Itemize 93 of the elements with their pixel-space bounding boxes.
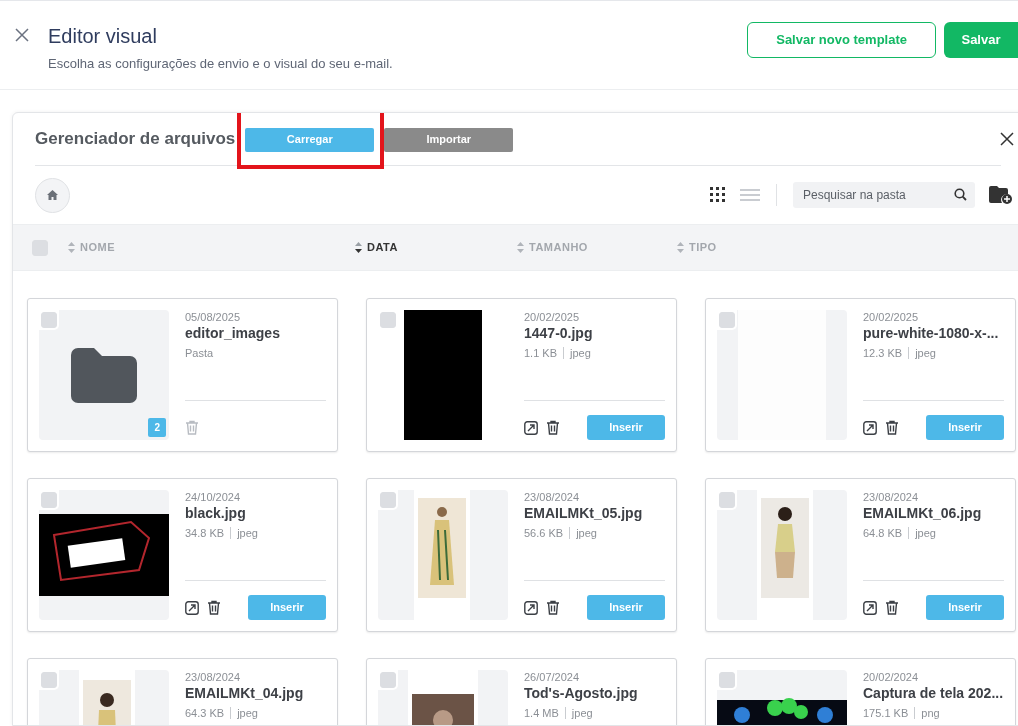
file-type: jpeg [237,526,258,541]
file-size: 34.8 KB [185,526,225,541]
file-date: 23/08/2024 [863,490,920,504]
import-button[interactable]: Importar [384,127,514,152]
open-external-icon[interactable] [863,420,877,435]
file-date: 20/02/2024 [863,670,920,684]
file-card[interactable]: 23/08/2024 EMAILMKt_05.jpg 56.6 KB jpeg Inserir [366,478,677,632]
file-size: 56.6 KB [524,526,564,541]
file-date: 24/10/2024 [185,490,242,504]
search-icon[interactable] [954,188,967,201]
checkbox[interactable] [719,312,735,328]
file-card[interactable]: 2 05/08/2025 editor_images Pasta [27,298,338,452]
home-button[interactable] [35,177,70,213]
file-date: 05/08/2025 [185,310,242,324]
file-type: jpeg [571,706,593,721]
grid-view-icon[interactable] [710,187,726,203]
file-size: 175.1 KB [863,706,909,721]
file-name: black.jpg [185,504,247,522]
count-badge: 2 [148,418,166,437]
upload-button[interactable]: Carregar [245,127,375,152]
panel-title: Gerenciador de arquivos [35,128,236,151]
checkbox[interactable] [41,492,57,508]
sort-icon [517,242,524,253]
insert-button[interactable]: Inserir [587,415,665,440]
open-external-icon[interactable] [863,600,877,615]
file-type: jpeg [915,346,936,361]
column-header[interactable]: TIPO [677,239,717,256]
new-folder-icon[interactable] [989,185,1013,205]
file-type: jpeg [570,346,591,361]
file-card[interactable]: 23/08/2024 EMAILMKt_04.jpg 64.3 KB jpeg [27,658,338,725]
file-card[interactable]: 20/02/2025 1447-0.jpg 1.1 KB jpeg Inserir [366,298,677,452]
insert-button[interactable]: Inserir [926,415,1004,440]
open-external-icon[interactable] [524,600,538,615]
insert-button[interactable]: Inserir [926,595,1004,620]
file-name: Tod's-Agosto.jpg [524,684,639,702]
file-type: jpeg [237,706,258,721]
sort-icon [355,242,362,253]
file-size: 12.3 KB [863,346,903,361]
file-subtitle: Pasta [185,346,215,361]
file-date: 26/07/2024 [524,670,581,684]
sort-icon [677,242,684,253]
trash-icon[interactable] [885,420,899,435]
trash-icon[interactable] [546,600,560,615]
file-name: editor_images [185,324,281,342]
insert-button[interactable]: Inserir [587,595,665,620]
folder-icon [71,347,137,403]
file-date: 23/08/2024 [524,490,581,504]
checkbox[interactable] [380,312,396,328]
search-field[interactable]: Pesquisar na pasta [793,182,975,208]
file-name: pure-white-1080-x-... [863,324,1000,342]
open-external-icon[interactable] [185,600,199,615]
page-subtitle: Escolha as configurações de envio e o visual do seu e-mail. [48,55,393,73]
insert-button[interactable]: Inserir [248,595,326,620]
column-header[interactable]: NOME [68,239,115,256]
column-header[interactable]: TAMANHO [517,239,588,256]
file-name: Captura de tela 202... [863,684,1004,702]
file-size: 1.1 KB [524,346,558,361]
home-icon [47,190,58,200]
file-card[interactable]: 24/10/2024 black.jpg 34.8 KB jpeg Inserir [27,478,338,632]
column-header[interactable]: DATA [355,239,398,256]
file-size: 64.3 KB [185,706,225,721]
file-type: jpeg [576,526,597,541]
file-name: EMAILMKt_06.jpg [863,504,983,522]
checkbox[interactable] [719,672,735,688]
file-name: 1447-0.jpg [524,324,594,342]
file-card[interactable]: 20/02/2024 Captura de tela 202... 175.1 KB png [705,658,1016,725]
file-date: 20/02/2025 [524,310,581,324]
file-card[interactable]: 23/08/2024 EMAILMKt_06.jpg 64.8 KB jpeg Inserir [705,478,1016,632]
checkbox[interactable] [380,492,396,508]
checkbox[interactable] [719,492,735,508]
file-name: EMAILMKt_04.jpg [185,684,305,702]
file-size: 1.4 MB [524,706,559,721]
checkbox[interactable] [41,312,57,328]
checkbox[interactable] [380,672,396,688]
checkbox[interactable] [41,672,57,688]
checkbox[interactable] [32,239,48,256]
file-card[interactable]: 26/07/2024 Tod's-Agosto.jpg 1.4 MB jpeg [366,658,677,725]
file-type: png [921,706,940,721]
file-size: 64.8 KB [863,526,903,541]
open-external-icon[interactable] [524,420,538,435]
file-card[interactable]: 20/02/2025 pure-white-1080-x-... 12.3 KB jpeg Inserir [705,298,1016,452]
file-date: 23/08/2024 [185,670,242,684]
trash-icon[interactable] [207,600,221,615]
trash-icon[interactable] [885,600,899,615]
save-button[interactable]: Salvar [944,22,1018,58]
trash-icon[interactable] [546,420,560,435]
file-date: 20/02/2025 [863,310,920,324]
file-type: jpeg [915,526,936,541]
close-icon[interactable] [1000,132,1014,146]
file-name: EMAILMKt_05.jpg [524,504,644,522]
save-template-button[interactable]: Salvar novo template [747,22,936,58]
sort-icon [68,242,75,253]
page-title: Editor visual [48,24,158,49]
